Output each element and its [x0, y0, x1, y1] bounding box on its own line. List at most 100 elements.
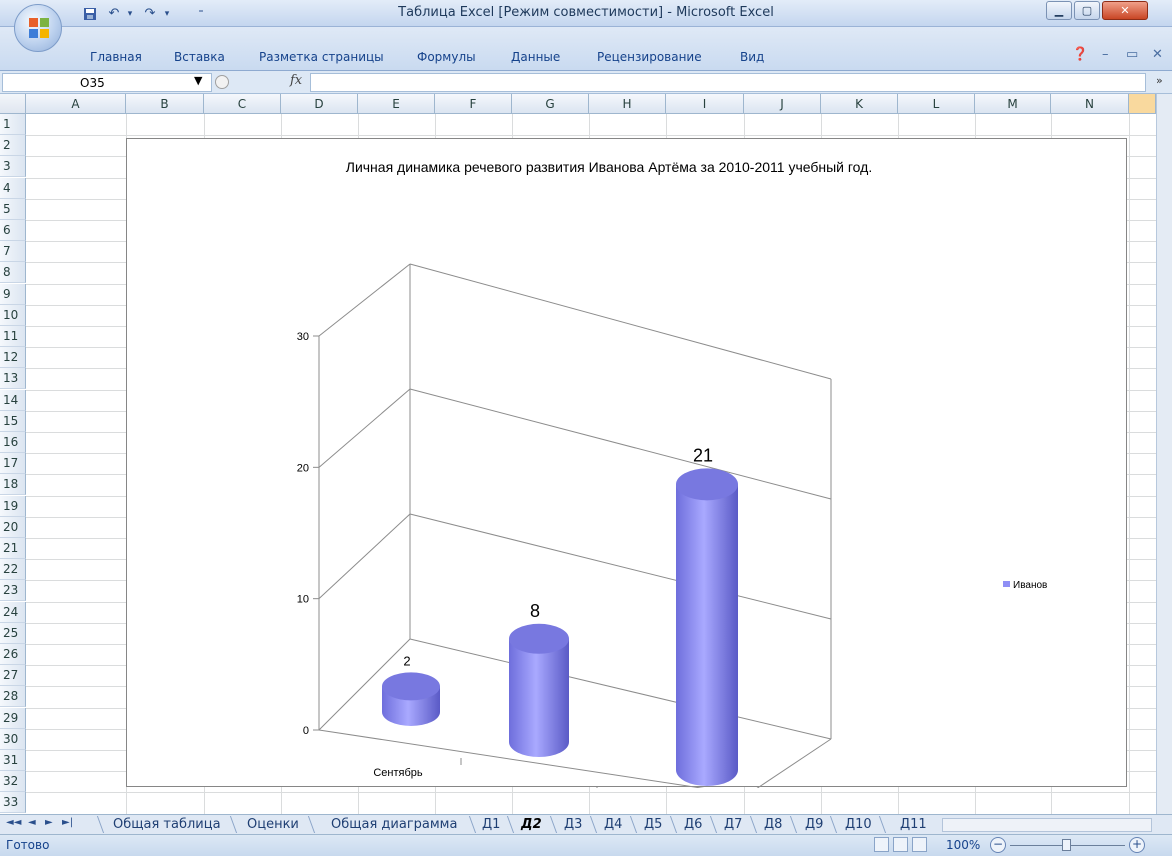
expand-formula-bar-icon[interactable]: »: [1156, 74, 1163, 87]
page-break-view-icon[interactable]: [912, 837, 927, 852]
row-header-20[interactable]: 20: [0, 516, 26, 538]
row-header-15[interactable]: 15: [0, 410, 26, 432]
chart-area[interactable]: Личная динамика речевого развития Иванов…: [126, 138, 1127, 810]
vertical-scrollbar[interactable]: [1156, 94, 1172, 814]
tab-home[interactable]: Главная: [90, 50, 142, 64]
row-header-27[interactable]: 27: [0, 665, 26, 687]
row-header-14[interactable]: 14: [0, 389, 26, 411]
row-header-5[interactable]: 5: [0, 198, 26, 220]
row-header-33[interactable]: 33: [0, 792, 26, 814]
row-header-7[interactable]: 7: [0, 241, 26, 263]
sheet-tab-d9[interactable]: Д9: [805, 817, 823, 832]
row-header-2[interactable]: 2: [0, 135, 26, 157]
formula-input[interactable]: [310, 73, 1146, 92]
select-all-corner[interactable]: [0, 94, 26, 114]
row-header-10[interactable]: 10: [0, 304, 26, 326]
row-header-19[interactable]: 19: [0, 495, 26, 517]
back-gridline: [409, 513, 832, 620]
ribbon-close-icon[interactable]: ✕: [1152, 47, 1163, 62]
worksheet-grid[interactable]: ABCDEFGHIJKLMN 1 2 3 4 5 6 7 8 9 10 11 12 13 14 15 16 17…: [0, 94, 1172, 814]
column-header-e[interactable]: E: [358, 94, 435, 114]
row-header-32[interactable]: 32: [0, 771, 26, 793]
column-header-b[interactable]: B: [126, 94, 204, 114]
maximize-button[interactable]: ▢: [1074, 1, 1100, 20]
zoom-out-button[interactable]: −: [990, 837, 1006, 853]
column-header-n[interactable]: N: [1051, 94, 1129, 114]
sheet-tab-d6[interactable]: Д6: [684, 817, 702, 832]
column-header-i[interactable]: I: [666, 94, 744, 114]
row-header-13[interactable]: 13: [0, 368, 26, 390]
sheet-tab-d4[interactable]: Д4: [604, 817, 622, 832]
row-header-28[interactable]: 28: [0, 686, 26, 708]
prev-sheet-icon[interactable]: ◄: [28, 817, 36, 828]
column-header-h[interactable]: H: [589, 94, 666, 114]
sheet-tab-d8[interactable]: Д8: [764, 817, 782, 832]
normal-view-icon[interactable]: [874, 837, 889, 852]
row-header-31[interactable]: 31: [0, 750, 26, 771]
tab-review[interactable]: Рецензирование: [597, 50, 702, 64]
sheet-tab-d2[interactable]: Д2: [521, 817, 542, 832]
column-header-f[interactable]: F: [435, 94, 512, 114]
row-header-6[interactable]: 6: [0, 220, 26, 241]
horizontal-scrollbar[interactable]: [942, 818, 1152, 832]
row-header-8[interactable]: 8: [0, 262, 26, 284]
next-sheet-icon[interactable]: ►: [45, 817, 53, 828]
name-box[interactable]: O35 ▼: [2, 73, 212, 92]
zoom-slider-thumb[interactable]: [1062, 839, 1071, 851]
help-icon[interactable]: ❓: [1072, 47, 1088, 62]
row-header-23[interactable]: 23: [0, 580, 26, 602]
column-header-c[interactable]: C: [204, 94, 281, 114]
formula-cancel-icon[interactable]: [215, 75, 229, 89]
row-header-11[interactable]: 11: [0, 326, 26, 347]
sheet-tab-general-chart[interactable]: Общая диаграмма: [331, 817, 457, 832]
column-header-m[interactable]: M: [975, 94, 1051, 114]
page-layout-view-icon[interactable]: [893, 837, 908, 852]
row-header-30[interactable]: 30: [0, 728, 26, 750]
row-header-3[interactable]: 3: [0, 156, 26, 178]
row-header-29[interactable]: 29: [0, 707, 26, 729]
insert-function-icon[interactable]: fx: [290, 73, 302, 88]
ribbon-restore-icon[interactable]: ▭: [1126, 47, 1138, 62]
zoom-level[interactable]: 100%: [946, 838, 980, 852]
sheet-tab-general-table[interactable]: Общая таблица: [113, 817, 221, 832]
row-header-18[interactable]: 18: [0, 474, 26, 496]
row-header-12[interactable]: 12: [0, 347, 26, 369]
sheet-tab-grades[interactable]: Оценки: [247, 817, 299, 832]
row-header-16[interactable]: 16: [0, 432, 26, 453]
row-header-26[interactable]: 26: [0, 644, 26, 665]
last-sheet-icon[interactable]: ►|: [62, 817, 73, 828]
column-header-a[interactable]: A: [26, 94, 126, 114]
column-header-j[interactable]: J: [744, 94, 821, 114]
row-header-9[interactable]: 9: [0, 283, 26, 305]
chevron-down-icon[interactable]: ▼: [194, 74, 202, 87]
sheet-tab-d10[interactable]: Д10: [845, 817, 872, 832]
row-header-22[interactable]: 22: [0, 559, 26, 581]
tab-insert[interactable]: Вставка: [174, 50, 225, 64]
tab-formulas[interactable]: Формулы: [417, 50, 476, 64]
minimize-button[interactable]: ▁: [1046, 1, 1072, 20]
sheet-tab-d5[interactable]: Д5: [644, 817, 662, 832]
zoom-in-button[interactable]: +: [1129, 837, 1145, 853]
column-header-k[interactable]: K: [821, 94, 898, 114]
row-header-25[interactable]: 25: [0, 622, 26, 644]
column-header-g[interactable]: G: [512, 94, 589, 114]
column-header-l[interactable]: L: [898, 94, 975, 114]
row-header-17[interactable]: 17: [0, 453, 26, 475]
row-header-4[interactable]: 4: [0, 177, 26, 199]
column-header-o[interactable]: [1129, 94, 1156, 114]
row-header-24[interactable]: 24: [0, 601, 26, 623]
row-header-21[interactable]: 21: [0, 538, 26, 559]
sheet-tab-d11[interactable]: Д11: [900, 817, 927, 832]
column-header-d[interactable]: D: [281, 94, 358, 114]
tab-view[interactable]: Вид: [740, 50, 764, 64]
tab-page-layout[interactable]: Разметка страницы: [259, 50, 384, 64]
sheet-tab-d1[interactable]: Д1: [482, 817, 500, 832]
sheet-tab-d3[interactable]: Д3: [564, 817, 582, 832]
ribbon-minimize-icon[interactable]: –: [1102, 47, 1109, 62]
first-sheet-icon[interactable]: ◄◄: [6, 817, 21, 828]
tab-data[interactable]: Данные: [511, 50, 560, 64]
close-button[interactable]: ✕: [1102, 1, 1148, 20]
sheet-tab-d7[interactable]: Д7: [724, 817, 742, 832]
office-button[interactable]: [14, 4, 62, 52]
row-header-1[interactable]: 1: [0, 114, 26, 135]
